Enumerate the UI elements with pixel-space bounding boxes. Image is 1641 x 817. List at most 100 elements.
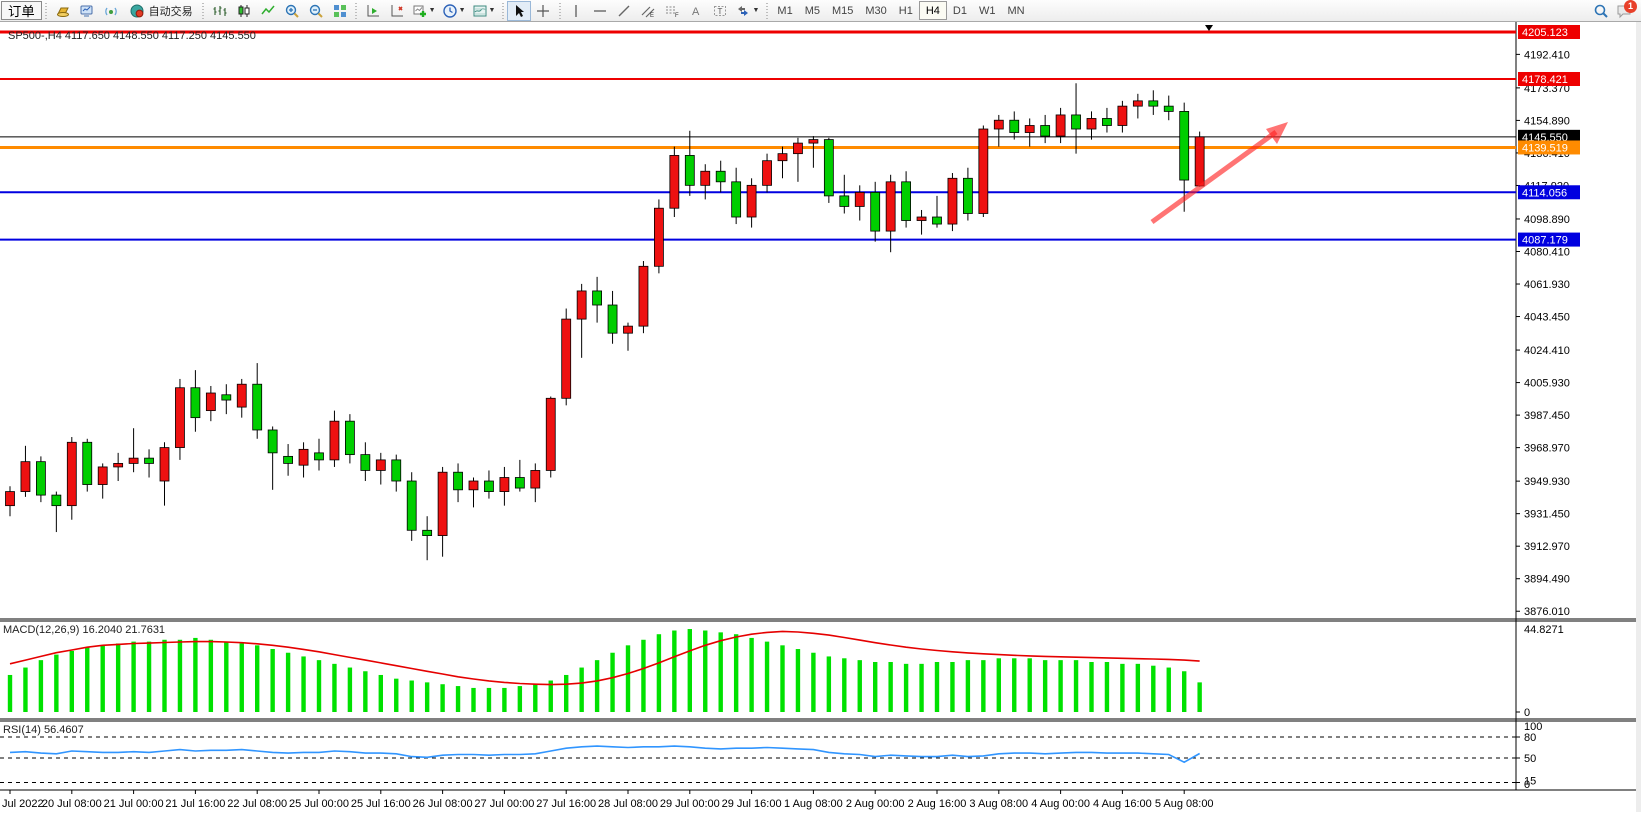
timeframe-m1[interactable]: M1: [771, 1, 798, 20]
toolbar-grip: [201, 3, 206, 19]
autotrade-label: 自动交易: [149, 3, 193, 19]
svg-text:4192.410: 4192.410: [1524, 49, 1570, 61]
templates-icon[interactable]: ▼: [469, 1, 499, 21]
time-label: 26 Jul 08:00: [413, 798, 473, 810]
cursor-icon[interactable]: [507, 1, 531, 21]
svg-text:4098.890: 4098.890: [1524, 214, 1570, 226]
zoom-in-icon[interactable]: [280, 1, 304, 21]
time-label: 29 Jul 16:00: [722, 798, 782, 810]
level-lines[interactable]: 4205.1234178.4214145.5504139.5194114.056…: [0, 25, 1580, 247]
svg-text:3949.930: 3949.930: [1524, 476, 1570, 488]
time-label: 25 Jul 00:00: [289, 798, 349, 810]
bars-chart-icon[interactable]: [208, 1, 232, 21]
time-label: 21 Jul 00:00: [104, 798, 164, 810]
tile-windows-icon[interactable]: [328, 1, 352, 21]
text-label-icon[interactable]: T: [708, 1, 732, 21]
svg-text:80: 80: [1524, 732, 1536, 744]
chevron-down-icon: ▼: [752, 7, 759, 14]
svg-text:3894.490: 3894.490: [1524, 574, 1570, 586]
svg-text:4154.890: 4154.890: [1524, 115, 1570, 127]
chart-forward-icon[interactable]: [361, 1, 385, 21]
toolbar-grip: [44, 3, 49, 19]
toolbar-grip: [764, 3, 769, 19]
chart-canvas[interactable]: 4192.4104173.3704154.8904136.4104117.920…: [0, 22, 1641, 812]
candlesticks: [6, 83, 1205, 560]
svg-text:3987.450: 3987.450: [1524, 410, 1570, 422]
periods-icon[interactable]: ▼: [439, 1, 469, 21]
gold-ingot-icon[interactable]: [51, 1, 75, 21]
panel-frames: [0, 22, 1641, 812]
chat-icon[interactable]: 1: [1613, 1, 1635, 21]
svg-text:E: E: [650, 13, 654, 19]
time-label: 28 Jul 08:00: [598, 798, 658, 810]
rsi-line: [10, 746, 1200, 762]
timeframe-m15[interactable]: M15: [826, 1, 859, 20]
time-label: Jul 2022: [2, 798, 44, 810]
time-label: 27 Jul 16:00: [536, 798, 596, 810]
new-order-button[interactable]: 订单: [1, 1, 42, 20]
chart-window[interactable]: 4192.4104173.3704154.8904136.4104117.920…: [0, 22, 1641, 812]
timeframe-m30[interactable]: M30: [859, 1, 892, 20]
vline-icon[interactable]: [564, 1, 588, 21]
chart-end-icon[interactable]: [385, 1, 409, 21]
timeframe-w1[interactable]: W1: [973, 1, 1002, 20]
svg-text:3931.450: 3931.450: [1524, 509, 1570, 521]
svg-text:0: 0: [1524, 707, 1530, 719]
svg-text:4114.056: 4114.056: [1522, 187, 1567, 199]
time-label: 29 Jul 00:00: [660, 798, 720, 810]
time-label: 20 Jul 08:00: [42, 798, 102, 810]
search-icon[interactable]: [1589, 1, 1613, 21]
time-label: 4 Aug 00:00: [1031, 798, 1090, 810]
chat-badge: 1: [1624, 0, 1637, 13]
macd-panel[interactable]: MACD(12,26,9) 16.2040 21.763144.82710: [3, 624, 1564, 719]
timeframe-mn[interactable]: MN: [1001, 1, 1030, 20]
svg-text:0: 0: [1524, 779, 1530, 791]
time-label: 2 Aug 16:00: [908, 798, 967, 810]
svg-text:3912.970: 3912.970: [1524, 541, 1570, 553]
svg-text:3876.010: 3876.010: [1524, 606, 1570, 618]
chevron-down-icon: ▼: [429, 7, 436, 14]
time-label: 22 Jul 08:00: [227, 798, 287, 810]
time-label: 25 Jul 16:00: [351, 798, 411, 810]
fibonacci-icon[interactable]: F: [660, 1, 684, 21]
svg-text:4205.123: 4205.123: [1522, 27, 1568, 39]
chevron-down-icon: ▼: [489, 7, 496, 14]
timeframe-d1[interactable]: D1: [947, 1, 973, 20]
hline-icon[interactable]: [588, 1, 612, 21]
timeframe-m5[interactable]: M5: [799, 1, 826, 20]
market-watch-icon[interactable]: [75, 1, 99, 21]
candles-chart-icon[interactable]: [232, 1, 256, 21]
time-label: 5 Aug 08:00: [1155, 798, 1214, 810]
time-label: 2 Aug 00:00: [846, 798, 905, 810]
bar-shift-marker[interactable]: [1205, 25, 1213, 31]
line-chart-icon[interactable]: [256, 1, 280, 21]
macd-label: MACD(12,26,9) 16.2040 21.7631: [3, 624, 165, 636]
time-axis[interactable]: Jul 202220 Jul 08:0021 Jul 00:0021 Jul 1…: [2, 790, 1214, 810]
toolbar-grip: [557, 3, 562, 19]
svg-text:4043.450: 4043.450: [1524, 312, 1570, 324]
arrows-icon[interactable]: ▼: [732, 1, 762, 21]
crosshair-icon[interactable]: [531, 1, 555, 21]
timeframe-h1[interactable]: H1: [893, 1, 919, 20]
rsi-panel[interactable]: RSI(14) 56.46071008050150: [0, 721, 1542, 791]
text-icon[interactable]: A: [684, 1, 708, 21]
timeframe-h4[interactable]: H4: [919, 1, 947, 20]
new-chart-icon[interactable]: ▼: [409, 1, 439, 21]
zoom-out-icon[interactable]: [304, 1, 328, 21]
svg-text:4087.179: 4087.179: [1522, 235, 1568, 247]
toolbar-grip: [500, 3, 505, 19]
toolbar-grip: [354, 3, 359, 19]
channel-icon[interactable]: E: [636, 1, 660, 21]
svg-text:3968.970: 3968.970: [1524, 443, 1570, 455]
svg-text:A: A: [692, 6, 700, 18]
autotrade-button[interactable]: 自动交易: [123, 1, 199, 21]
svg-text:4080.410: 4080.410: [1524, 246, 1570, 258]
svg-text:4178.421: 4178.421: [1522, 74, 1568, 86]
svg-text:4005.930: 4005.930: [1524, 378, 1570, 390]
trendline-icon[interactable]: [612, 1, 636, 21]
svg-text:F: F: [675, 13, 679, 19]
main-toolbar: 订单 自动交易 ▼ ▼: [0, 0, 1641, 22]
signal-icon[interactable]: [99, 1, 123, 21]
time-label: 27 Jul 00:00: [474, 798, 534, 810]
chevron-down-icon: ▼: [459, 7, 466, 14]
